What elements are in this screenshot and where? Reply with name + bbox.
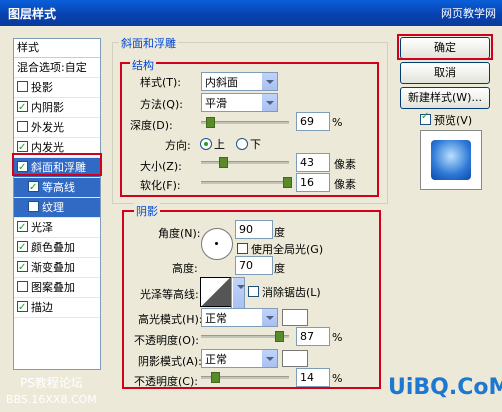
depth-slider-thumb[interactable] bbox=[206, 117, 215, 128]
list-item-texture[interactable]: 纹理 bbox=[14, 198, 100, 218]
checkbox[interactable] bbox=[17, 238, 28, 257]
checkbox[interactable] bbox=[17, 98, 28, 117]
window-title: 图层样式 bbox=[8, 7, 57, 21]
style-preview-thumbnail bbox=[420, 130, 482, 190]
depth-label: 深度(D): bbox=[130, 119, 173, 132]
list-item-color-overlay[interactable]: 颜色叠加 bbox=[14, 238, 100, 258]
highlight-mode-label: 高光模式(H): bbox=[138, 313, 203, 326]
checkbox[interactable] bbox=[17, 218, 28, 237]
shadow-opacity-unit: % bbox=[332, 372, 343, 385]
list-item-drop-shadow[interactable]: 投影 bbox=[14, 78, 100, 98]
checkbox[interactable] bbox=[17, 298, 28, 317]
shadow-opacity-thumb[interactable] bbox=[211, 372, 220, 383]
chevron-down-icon bbox=[261, 73, 277, 90]
styles-list-header[interactable]: 样式 bbox=[14, 39, 100, 58]
list-item-outer-glow[interactable]: 外发光 bbox=[14, 118, 100, 138]
size-unit: 像素 bbox=[334, 158, 356, 171]
gloss-contour-dropdown[interactable] bbox=[231, 277, 245, 309]
styles-list: 样式 混合选项:自定 投影 内阴影 外发光 内发光 斜面和浮雕 等高线 纹理 光… bbox=[13, 38, 101, 370]
checkbox[interactable] bbox=[28, 201, 39, 212]
highlight-color-swatch[interactable] bbox=[282, 309, 308, 326]
highlight-opacity-label: 不透明度(O): bbox=[134, 334, 199, 347]
depth-slider[interactable] bbox=[201, 117, 289, 128]
bottom-left-watermark: PS教程论坛 bbox=[20, 376, 83, 390]
soften-input[interactable]: 16 bbox=[296, 173, 330, 192]
soften-unit: 像素 bbox=[334, 178, 356, 191]
shadow-mode-select[interactable]: 正常 bbox=[201, 349, 278, 368]
size-input[interactable]: 43 bbox=[296, 153, 330, 172]
direction-up-radio[interactable]: 上 bbox=[200, 136, 225, 152]
chevron-down-icon bbox=[261, 350, 277, 367]
size-label: 大小(Z): bbox=[140, 160, 182, 173]
altitude-label: 高度: bbox=[172, 262, 198, 275]
list-item-blending-options[interactable]: 混合选项:自定 bbox=[14, 58, 100, 78]
shadow-opacity-slider[interactable] bbox=[201, 372, 289, 383]
depth-input[interactable]: 69 bbox=[296, 112, 330, 131]
chevron-down-icon bbox=[261, 309, 277, 326]
highlight-opacity-unit: % bbox=[332, 331, 343, 344]
soften-label: 软化(F): bbox=[140, 179, 181, 192]
shadow-mode-label: 阴影模式(A): bbox=[138, 355, 202, 368]
checkbox[interactable] bbox=[17, 138, 28, 157]
list-item-satin[interactable]: 光泽 bbox=[14, 218, 100, 238]
style-select[interactable]: 内斜面 bbox=[201, 72, 278, 91]
angle-unit: 度 bbox=[274, 226, 285, 239]
list-item-inner-shadow[interactable]: 内阴影 bbox=[14, 98, 100, 118]
checkbox[interactable] bbox=[28, 178, 39, 197]
list-item-pattern-overlay[interactable]: 图案叠加 bbox=[14, 278, 100, 298]
direction-down-radio[interactable]: 下 bbox=[236, 136, 261, 152]
checkbox[interactable] bbox=[17, 81, 28, 92]
shadow-color-swatch[interactable] bbox=[282, 350, 308, 367]
preview-checkbox[interactable]: 预览(V) bbox=[420, 111, 472, 128]
method-select[interactable]: 平滑 bbox=[201, 93, 278, 112]
gloss-contour-label: 光泽等高线: bbox=[140, 288, 199, 301]
angle-label: 角度(N): bbox=[158, 227, 201, 240]
layer-style-dialog: 图层样式 网页教学网 样式 混合选项:自定 投影 内阴影 外发光 内发光 斜面和… bbox=[0, 0, 502, 412]
depth-unit: % bbox=[332, 116, 343, 129]
list-item-gradient-overlay[interactable]: 渐变叠加 bbox=[14, 258, 100, 278]
list-item-contour[interactable]: 等高线 bbox=[14, 178, 100, 198]
altitude-unit: 度 bbox=[274, 262, 285, 275]
soften-slider-thumb[interactable] bbox=[283, 177, 292, 188]
gloss-contour-picker[interactable] bbox=[200, 277, 232, 307]
bottom-left-url-watermark: BBS.16XX8.COM bbox=[6, 393, 97, 406]
altitude-input[interactable]: 70 bbox=[235, 256, 273, 275]
highlight-box-bevel-item bbox=[12, 153, 102, 176]
checkbox[interactable] bbox=[17, 121, 28, 132]
shading-title: 阴影 bbox=[134, 203, 160, 219]
site-watermark: 网页教学网 bbox=[441, 7, 496, 20]
shadow-opacity-input[interactable]: 14 bbox=[296, 368, 330, 387]
structure-title: 结构 bbox=[130, 57, 156, 73]
chevron-down-icon bbox=[261, 94, 277, 111]
size-slider[interactable] bbox=[201, 157, 289, 168]
size-slider-thumb[interactable] bbox=[219, 157, 228, 168]
highlight-mode-select[interactable]: 正常 bbox=[201, 308, 278, 327]
style-label: 样式(T): bbox=[140, 76, 182, 89]
chevron-down-icon bbox=[232, 278, 245, 308]
title-bar: 图层样式 网页教学网 bbox=[0, 0, 502, 26]
preview-swatch bbox=[431, 140, 471, 180]
checkbox[interactable] bbox=[17, 281, 28, 292]
anti-alias-checkbox[interactable]: 消除锯齿(L) bbox=[248, 284, 321, 300]
direction-label: 方向: bbox=[165, 139, 191, 152]
global-light-checkbox[interactable]: 使用全局光(G) bbox=[237, 241, 323, 257]
highlight-opacity-slider[interactable] bbox=[201, 331, 289, 342]
checkbox[interactable] bbox=[17, 258, 28, 277]
new-style-button[interactable]: 新建样式(W)... bbox=[400, 87, 490, 109]
bevel-group-title: 斜面和浮雕 bbox=[119, 35, 178, 51]
highlight-opacity-thumb[interactable] bbox=[275, 331, 284, 342]
soften-slider[interactable] bbox=[201, 177, 292, 188]
angle-input[interactable]: 90 bbox=[235, 220, 273, 239]
bottom-right-watermark: UiBQ.CoM bbox=[388, 375, 502, 400]
shadow-opacity-label: 不透明度(C): bbox=[134, 375, 198, 388]
highlight-opacity-input[interactable]: 87 bbox=[296, 327, 330, 346]
highlight-box-ok bbox=[397, 34, 493, 60]
method-label: 方法(Q): bbox=[140, 98, 183, 111]
list-item-stroke[interactable]: 描边 bbox=[14, 298, 100, 318]
cancel-button[interactable]: 取消 bbox=[400, 62, 490, 84]
angle-dial[interactable] bbox=[201, 228, 233, 260]
